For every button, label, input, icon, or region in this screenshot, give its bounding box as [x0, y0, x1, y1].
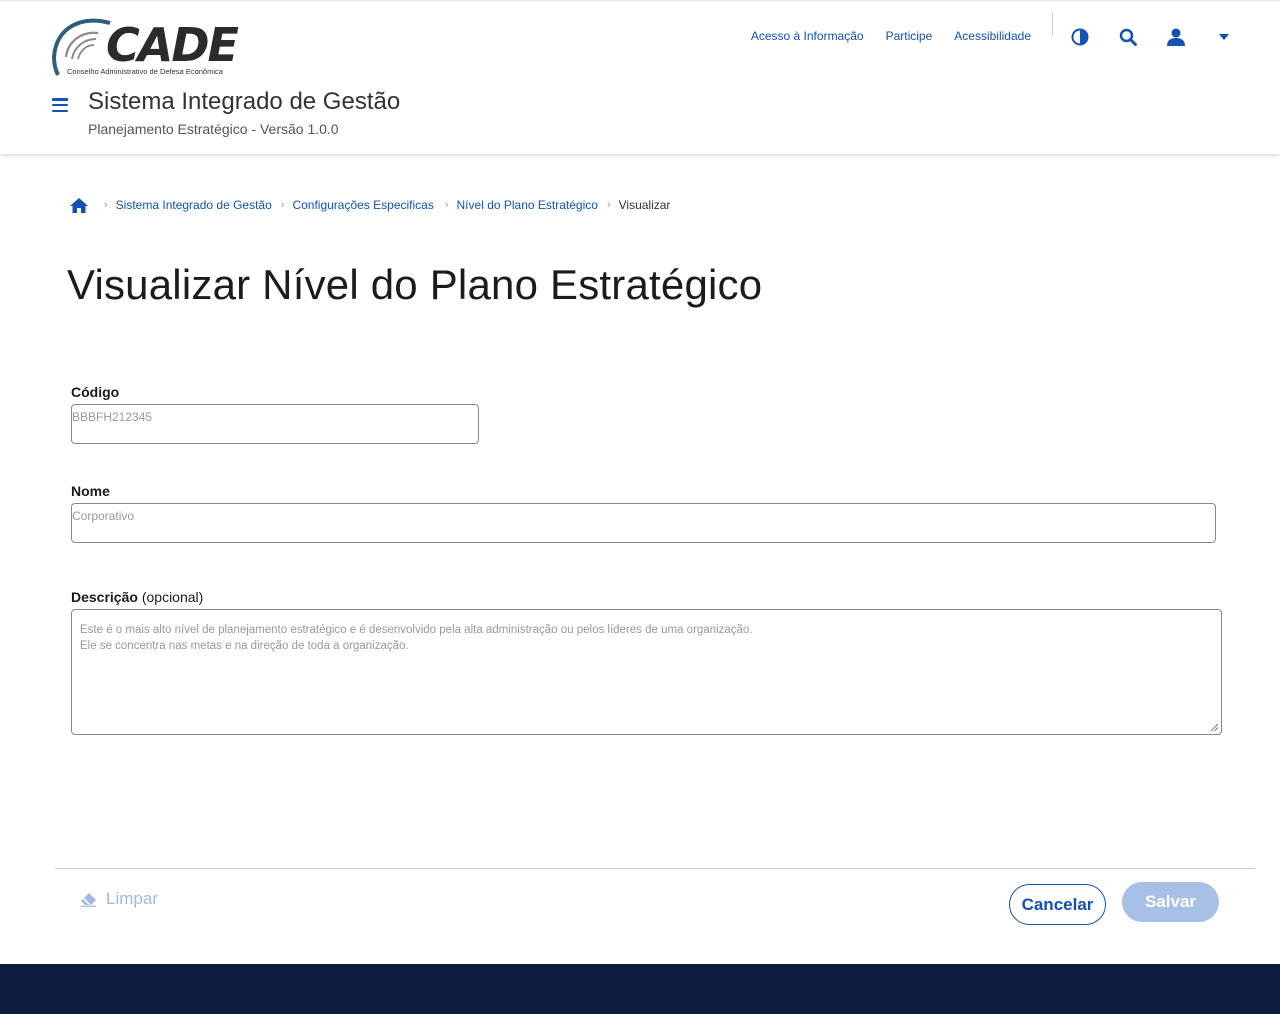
resize-grip-icon[interactable]	[1210, 723, 1218, 731]
codigo-field[interactable]: BBBFH212345	[71, 404, 479, 444]
breadcrumb-item-sistema[interactable]: Sistema Integrado de Gestão	[116, 198, 272, 212]
clear-button-label: Limpar	[106, 889, 158, 908]
breadcrumb-item-nivel[interactable]: Nível do Plano Estratégico	[457, 198, 598, 212]
site-header: CADE Conselho Administrativo de Defesa E…	[0, 0, 1280, 154]
link-acessibilidade[interactable]: Acessibilidade	[954, 29, 1031, 43]
chevron-right-icon: ›	[104, 199, 108, 211]
save-button[interactable]: Salvar	[1122, 882, 1219, 922]
codigo-label: Código	[71, 384, 120, 400]
chevron-right-icon: ›	[606, 199, 611, 211]
menu-icon[interactable]	[52, 98, 68, 112]
chevron-right-icon: ›	[280, 199, 285, 211]
logo-subtitle: Conselho Administrativo de Defesa Econôm…	[67, 67, 223, 76]
link-acesso-informacao[interactable]: Acesso à Informação	[751, 29, 864, 43]
nome-field[interactable]: Corporativo	[71, 503, 1216, 543]
system-subtitle: Planejamento Estratégico - Versão 1.0.0	[88, 121, 339, 137]
contrast-icon[interactable]	[1069, 26, 1091, 48]
eraser-icon	[81, 892, 96, 907]
site-footer	[0, 964, 1280, 1014]
logo-wordmark: CADE	[106, 18, 239, 72]
actions-divider	[55, 868, 1255, 869]
user-icon[interactable]	[1165, 26, 1187, 48]
link-participe[interactable]: Participe	[886, 29, 933, 43]
page-title: Visualizar Nível do Plano Estratégico	[67, 261, 763, 308]
breadcrumb-current: Visualizar	[618, 198, 671, 212]
optional-hint: (opcional)	[141, 589, 204, 605]
cade-logo[interactable]: CADE Conselho Administrativo de Defesa E…	[52, 17, 242, 79]
descricao-line-1: Este é o mais alto nível de planejamento…	[80, 624, 753, 636]
nome-value: Corporativo	[72, 509, 135, 523]
caret-down-icon[interactable]	[1213, 26, 1235, 48]
descricao-label-text: Descrição	[71, 589, 138, 605]
header-divider	[1052, 13, 1053, 35]
header-links: Acesso à Informação Participe Acessibili…	[751, 29, 1031, 43]
system-title: Sistema Integrado de Gestão	[88, 88, 401, 115]
cancel-button[interactable]: Cancelar	[1009, 884, 1106, 925]
clear-button[interactable]: Limpar	[80, 889, 158, 909]
search-icon[interactable]	[1117, 26, 1139, 48]
breadcrumb-item-configuracoes[interactable]: Configurações Especificas	[292, 198, 433, 212]
descricao-label: Descrição (opcional)	[71, 589, 203, 605]
descricao-line-2: Ele se concentra nas metas e na direção …	[80, 640, 409, 652]
nome-label: Nome	[71, 483, 110, 499]
chevron-right-icon: ›	[444, 199, 449, 211]
descricao-field[interactable]: Este é o mais alto nível de planejamento…	[71, 609, 1222, 735]
home-icon[interactable]	[69, 197, 89, 214]
breadcrumb: › Sistema Integrado de Gestão › Configur…	[69, 195, 670, 215]
codigo-value: BBBFH212345	[72, 410, 153, 424]
